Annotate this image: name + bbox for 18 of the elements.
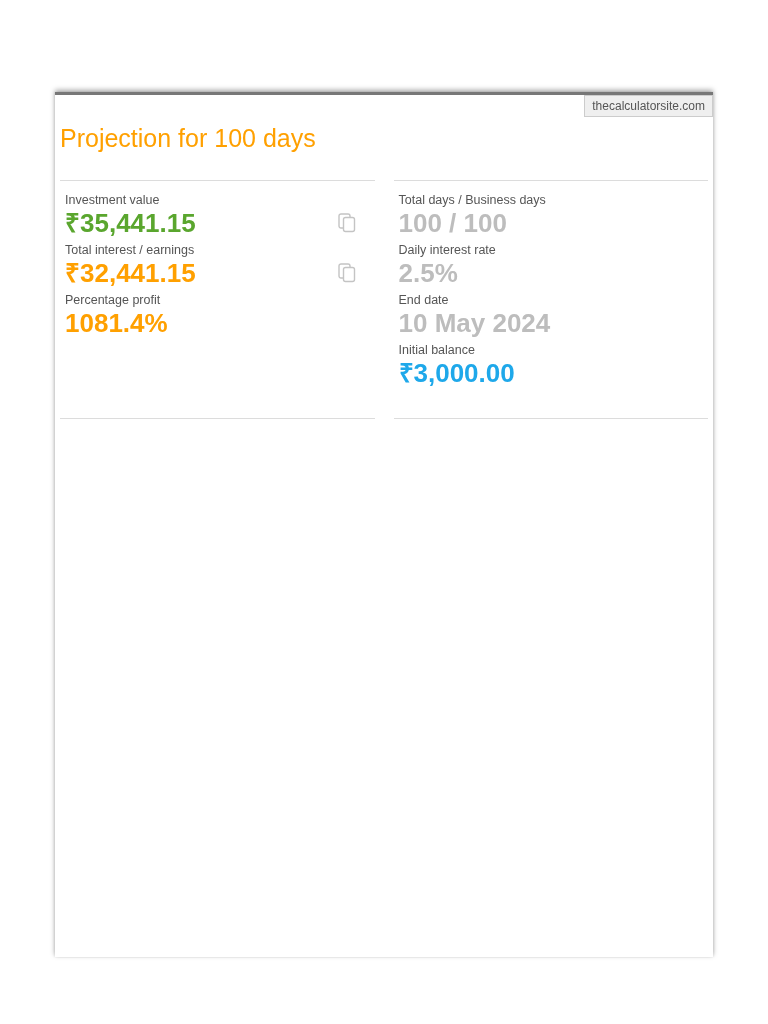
metric-value: ₹35,441.15 [65, 207, 196, 239]
metric-label: Total interest / earnings [65, 243, 196, 257]
copy-icon[interactable] [337, 263, 356, 283]
metric-label: Daily interest rate [398, 243, 497, 257]
metric-value: 2.5% [398, 257, 458, 289]
metric-value: 1081.4% [65, 307, 168, 339]
copy-icon[interactable] [337, 213, 356, 233]
metric-value: ₹3,000.00 [398, 357, 515, 389]
metric-label: Investment value [65, 193, 161, 207]
source-label: thecalculatorsite.com [584, 95, 713, 117]
metric-value: ₹32,441.15 [65, 257, 196, 289]
metric-value: 100 / 100 [398, 207, 507, 239]
metric-label: Initial balance [398, 343, 476, 357]
page-title: Projection for 100 days [60, 124, 316, 153]
metric-value: 10 May 2024 [398, 307, 551, 339]
metric-label: Percentage profit [65, 293, 162, 307]
metric-label: Total days / Business days [398, 193, 547, 207]
metric-label: End date [398, 293, 450, 307]
